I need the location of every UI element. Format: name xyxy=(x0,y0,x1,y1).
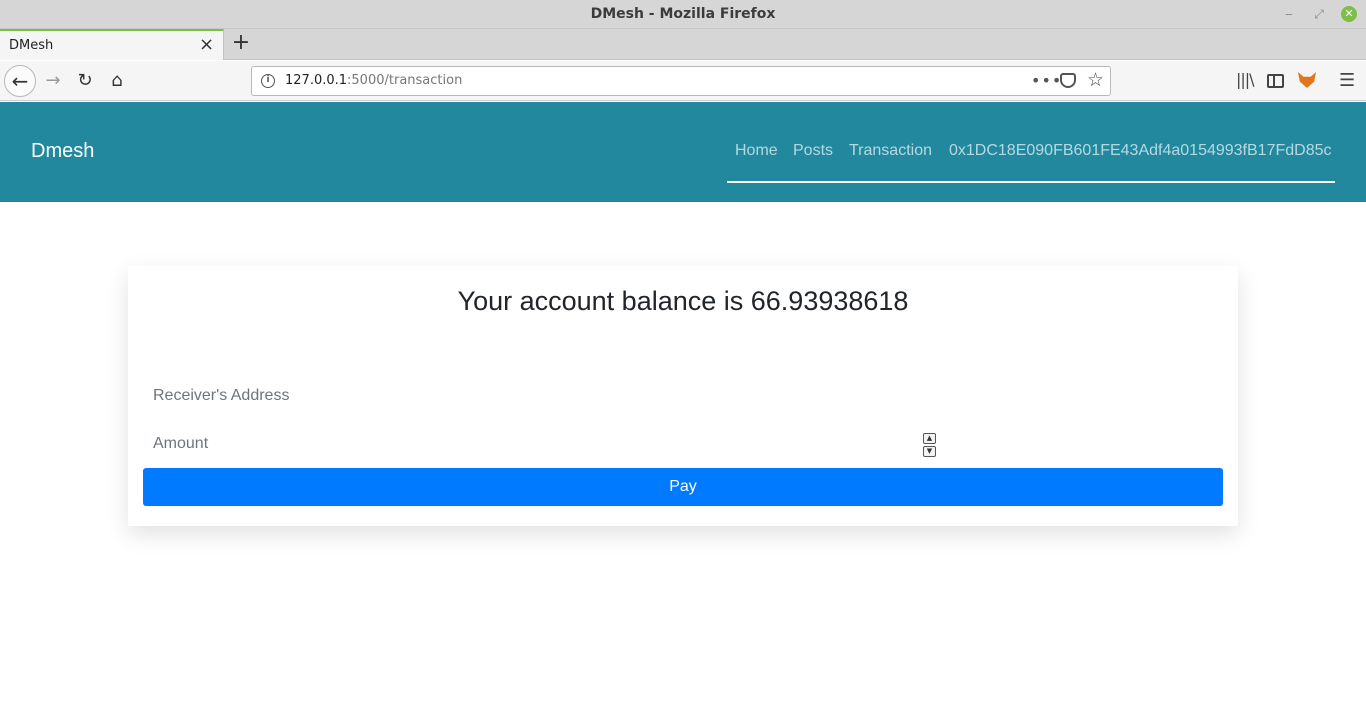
hamburger-menu-icon[interactable]: ☰ xyxy=(1339,70,1355,91)
metamask-fox-icon[interactable] xyxy=(1298,72,1316,88)
window-title: DMesh - Mozilla Firefox xyxy=(590,6,776,22)
url-path: :5000/transaction xyxy=(347,73,463,88)
url-host: 127.0.0.1 xyxy=(285,73,348,88)
chevron-up-icon[interactable]: ▲ xyxy=(923,433,936,444)
nav-link-home[interactable]: Home xyxy=(735,142,778,160)
transaction-card: Your account balance is 66.93938618 ▲ ▼ … xyxy=(128,266,1238,526)
tab-dmesh[interactable]: DMesh × xyxy=(0,29,224,60)
chevron-down-icon[interactable]: ▼ xyxy=(923,446,936,457)
close-window-icon[interactable]: ✕ xyxy=(1341,6,1357,22)
info-icon[interactable]: i xyxy=(261,74,275,88)
minimize-icon[interactable]: ‒ xyxy=(1281,6,1297,22)
url-bar[interactable]: i 127.0.0.1:5000/transaction ••• ☆ xyxy=(251,66,1111,96)
page-content: Dmesh Home Posts Transaction 0x1DC18E090… xyxy=(0,102,1366,728)
home-icon[interactable]: ⌂ xyxy=(102,66,132,96)
pocket-icon[interactable] xyxy=(1060,73,1076,88)
amount-input[interactable] xyxy=(143,426,923,462)
receiver-address-input[interactable] xyxy=(143,378,1223,414)
site-nav: Home Posts Transaction 0x1DC18E090FB601F… xyxy=(727,142,1335,183)
bookmark-star-icon[interactable]: ☆ xyxy=(1087,69,1104,91)
nav-link-account-address[interactable]: 0x1DC18E090FB601FE43Adf4a0154993fB17FdD8… xyxy=(949,142,1332,160)
nav-link-transaction[interactable]: Transaction xyxy=(849,142,932,160)
window-titlebar: DMesh - Mozilla Firefox ‒ ⤢ ✕ xyxy=(0,0,1366,29)
sidebar-icon[interactable] xyxy=(1267,74,1284,88)
new-tab-icon[interactable]: + xyxy=(230,30,252,55)
url-text[interactable]: 127.0.0.1:5000/transaction xyxy=(285,73,462,88)
reload-icon[interactable]: ↻ xyxy=(70,66,100,96)
browser-toolbar: ← → ↻ ⌂ i 127.0.0.1:5000/transaction •••… xyxy=(0,61,1366,101)
account-balance: Your account balance is 66.93938618 xyxy=(457,286,909,316)
pay-button[interactable]: Pay xyxy=(143,468,1223,506)
more-icon[interactable]: ••• xyxy=(1031,71,1062,90)
back-icon[interactable]: ← xyxy=(4,65,36,97)
close-tab-icon[interactable]: × xyxy=(199,34,214,55)
tab-label: DMesh xyxy=(9,38,54,53)
site-header: Dmesh Home Posts Transaction 0x1DC18E090… xyxy=(0,102,1366,202)
nav-link-posts[interactable]: Posts xyxy=(793,142,833,160)
tab-strip: DMesh × + xyxy=(0,29,1366,60)
library-icon[interactable]: |||\ xyxy=(1236,70,1255,89)
forward-icon[interactable]: → xyxy=(38,66,68,96)
amount-stepper[interactable]: ▲ ▼ xyxy=(923,433,936,457)
site-brand[interactable]: Dmesh xyxy=(31,140,94,163)
maximize-icon[interactable]: ⤢ xyxy=(1311,6,1327,22)
